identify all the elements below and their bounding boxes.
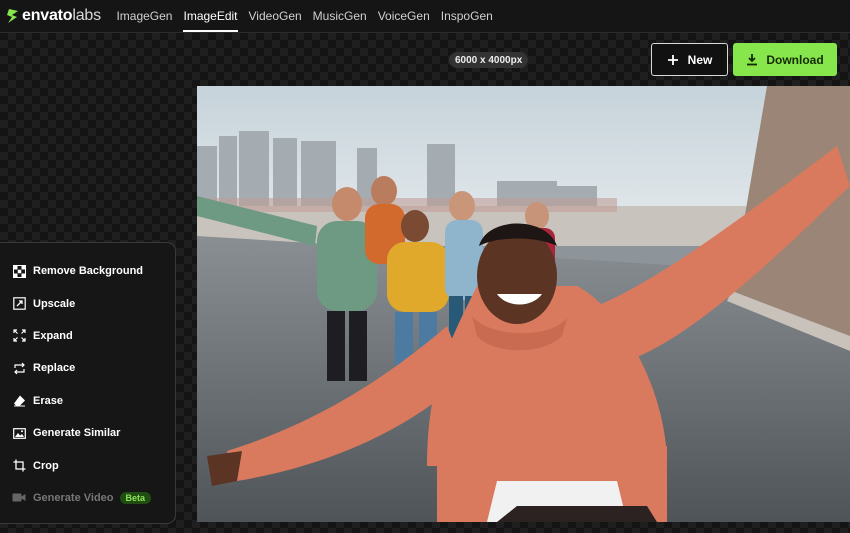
nav-item-videogen[interactable]: VideoGen [243,0,307,33]
nav-item-imagegen[interactable]: ImageGen [111,0,178,33]
beta-badge: Beta [119,491,152,504]
tool-label: Replace [33,362,76,375]
main-nav: ImageGen ImageEdit VideoGen MusicGen Voi… [111,0,498,33]
checkerboard-icon [12,264,26,278]
replace-icon [12,361,26,375]
nav-item-voicegen[interactable]: VoiceGen [372,0,435,33]
image-canvas[interactable] [197,86,850,522]
top-bar: envatolabs ImageGen ImageEdit VideoGen M… [0,0,850,33]
nav-item-musicgen[interactable]: MusicGen [307,0,372,33]
download-button-label: Download [766,52,824,67]
envato-labs-logo[interactable]: envatolabs [0,0,101,33]
image-dimensions-badge: 6000 x 4000px [449,52,529,68]
new-button[interactable]: New [651,43,728,76]
new-button-label: New [687,52,713,67]
tool-label: Erase [33,394,63,407]
plus-icon [667,54,678,65]
tool-remove-background[interactable]: Remove Background [0,255,175,287]
envato-leaf-icon [7,9,18,23]
tool-upscale[interactable]: Upscale [0,287,175,319]
expand-icon [12,329,26,343]
download-button[interactable]: Download [733,43,837,76]
video-camera-icon [12,491,26,505]
tool-label: Remove Background [33,265,144,278]
tool-generate-video[interactable]: Generate Video Beta [0,482,175,514]
edited-photo [197,86,850,522]
tool-expand[interactable]: Expand [0,320,175,352]
download-icon [747,54,758,66]
edit-tools-panel: Remove Background Upscale Expand Replace… [0,242,176,524]
nav-item-inspogen[interactable]: InspoGen [435,0,498,33]
eraser-icon [12,394,26,408]
tool-label: Expand [33,329,73,342]
tool-erase[interactable]: Erase [0,385,175,417]
tool-generate-similar[interactable]: Generate Similar [0,417,175,449]
nav-item-imageedit[interactable]: ImageEdit [178,0,243,33]
image-icon [12,426,26,440]
crop-icon [12,459,26,473]
tool-label: Generate Similar [33,427,121,440]
tool-label: Generate Video [33,491,114,504]
tool-label: Crop [33,459,59,472]
tool-label: Upscale [33,297,76,310]
upscale-icon [12,297,26,311]
tool-crop[interactable]: Crop [0,449,175,481]
tool-replace[interactable]: Replace [0,352,175,384]
logo-text: envatolabs [22,7,101,24]
